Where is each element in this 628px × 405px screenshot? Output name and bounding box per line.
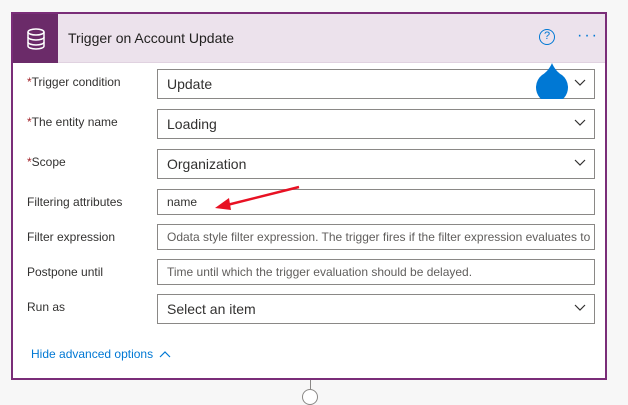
- postpone-until-input[interactable]: Time until which the trigger evaluation …: [157, 259, 595, 285]
- card-header[interactable]: Trigger on Account Update ? ···: [13, 14, 605, 63]
- label-scope: *Scope: [27, 155, 66, 169]
- chevron-down-icon: [574, 119, 586, 126]
- label-trigger-condition: *Trigger condition: [27, 75, 121, 89]
- entity-name-dropdown[interactable]: Loading: [157, 109, 595, 139]
- trigger-card: Trigger on Account Update ? ··· *Trigger…: [11, 12, 607, 380]
- red-arrow-annotation: [215, 185, 300, 210]
- label-entity-name: *The entity name: [27, 115, 118, 129]
- chevron-down-icon: [574, 159, 586, 166]
- label-text: Scope: [31, 155, 66, 169]
- label-text: The entity name: [31, 115, 118, 129]
- scope-dropdown[interactable]: Organization: [157, 149, 595, 179]
- dropdown-value: Update: [167, 76, 213, 92]
- chevron-down-icon: [574, 304, 586, 311]
- label-filtering-attributes: Filtering attributes: [27, 195, 123, 209]
- chevron-down-icon: [574, 79, 586, 86]
- dataverse-logo-box: [13, 14, 58, 63]
- filter-expression-input[interactable]: Odata style filter expression. The trigg…: [157, 224, 595, 250]
- card-title: Trigger on Account Update: [68, 30, 235, 46]
- input-value: name: [167, 195, 198, 209]
- label-postpone-until: Postpone until: [27, 265, 104, 279]
- ellipsis-icon[interactable]: ···: [577, 28, 599, 44]
- label-text: Trigger condition: [31, 75, 121, 89]
- database-icon: [26, 27, 45, 50]
- input-placeholder: Odata style filter expression. The trigg…: [167, 230, 591, 244]
- hide-advanced-options-link[interactable]: Hide advanced options: [31, 347, 171, 361]
- question-circle-icon[interactable]: ?: [539, 29, 555, 45]
- add-step-connector-icon[interactable]: [302, 389, 318, 405]
- chevron-up-icon: [159, 351, 171, 358]
- input-placeholder: Time until which the trigger evaluation …: [167, 265, 473, 279]
- dropdown-value: Organization: [167, 156, 247, 172]
- advanced-options-label: Hide advanced options: [31, 347, 154, 361]
- blue-pin-marker-icon: [536, 63, 568, 99]
- dropdown-placeholder: Select an item: [167, 301, 256, 317]
- run-as-dropdown[interactable]: Select an item: [157, 294, 595, 324]
- trigger-condition-dropdown[interactable]: Update: [157, 69, 595, 99]
- label-run-as: Run as: [27, 300, 66, 314]
- dropdown-value: Loading: [167, 116, 217, 132]
- label-filter-expression: Filter expression: [27, 230, 116, 244]
